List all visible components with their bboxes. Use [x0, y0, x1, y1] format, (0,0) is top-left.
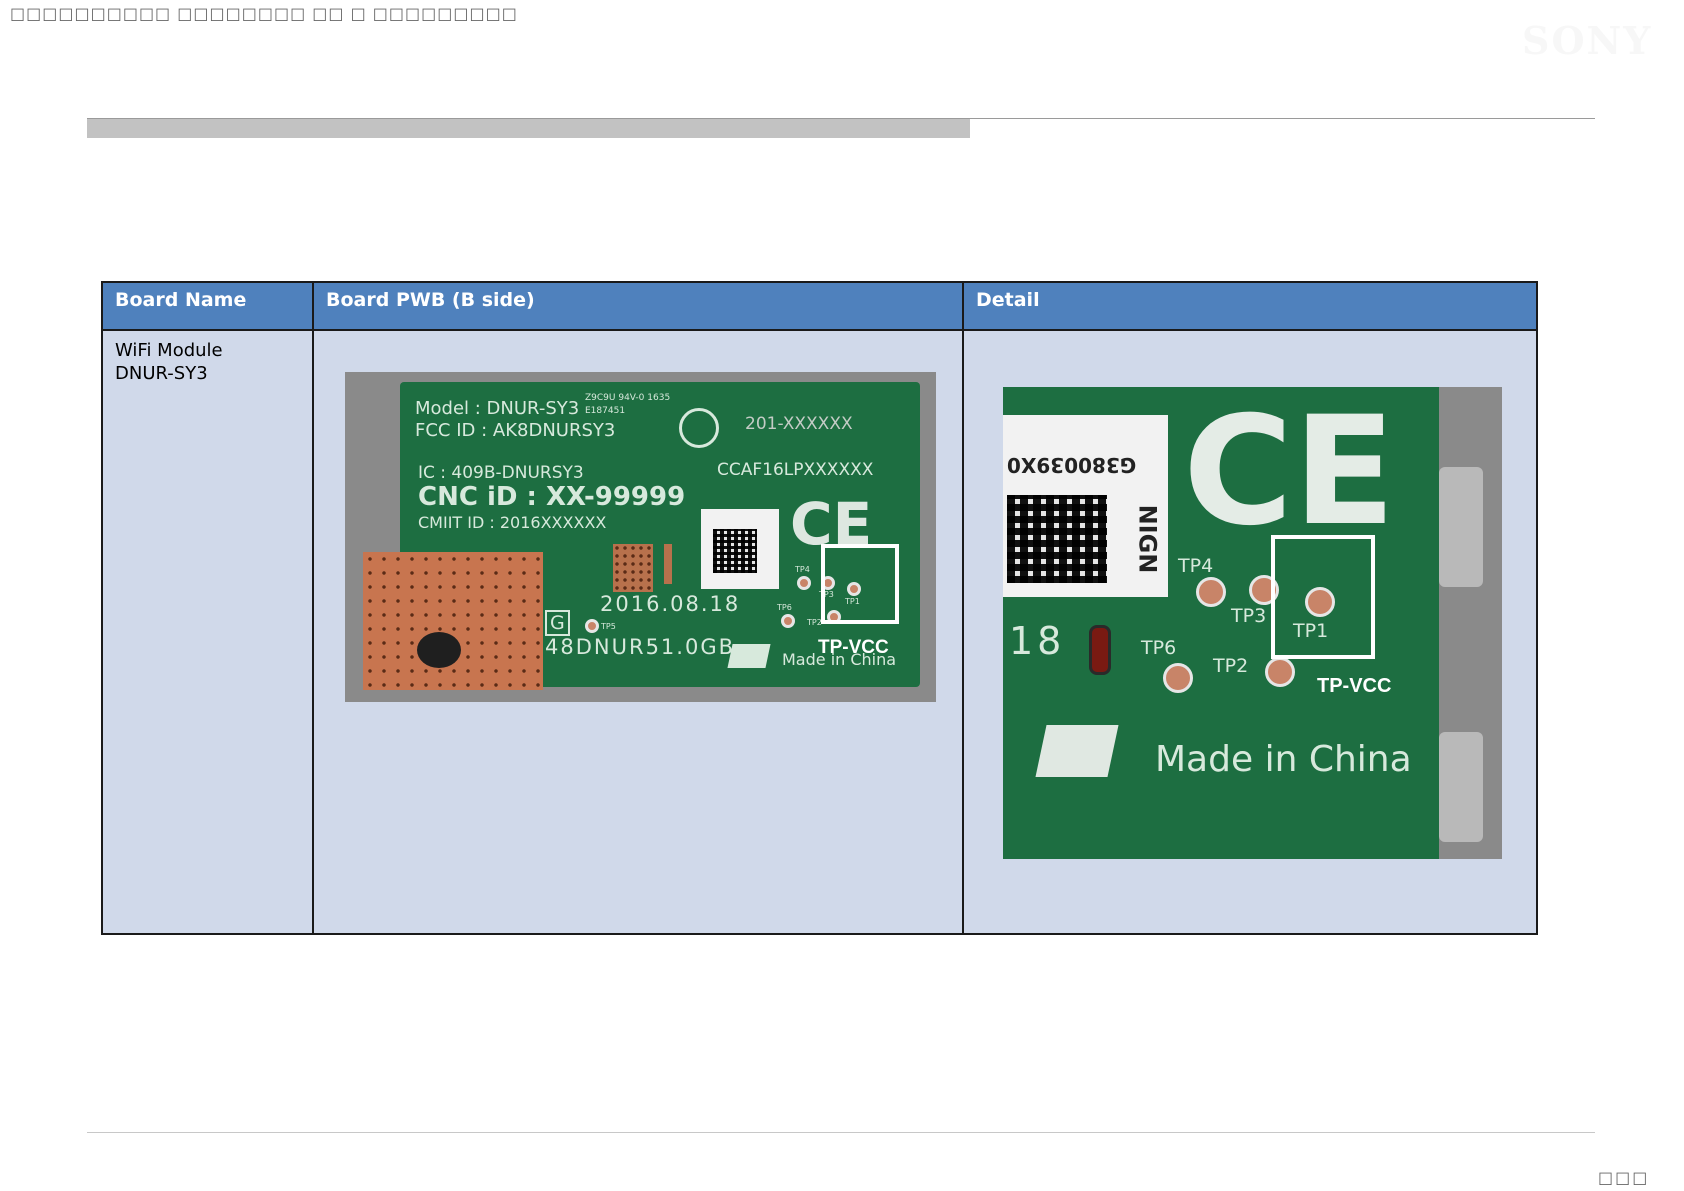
pwb-tp5-label: TP5	[601, 622, 616, 631]
pwb-date-label: 2016.08.18	[600, 592, 741, 616]
copper-strip	[664, 544, 672, 584]
pwb-tp-vcc-box	[821, 544, 899, 624]
pwb-ic-label: IC : 409B-DNURSY3	[418, 463, 584, 483]
pwb-qr-sticker	[701, 509, 779, 589]
board-name-cell: WiFi Module DNUR-SY3	[101, 329, 314, 935]
board-pwb-cell: Model : DNUR-SY3 FCC ID : AK8DNURSY3 Z9C…	[312, 329, 964, 935]
pwb-cnc-label: CNC iD : XX-99999	[418, 482, 686, 512]
detail-qr-code	[1007, 495, 1107, 583]
detail-date-fragment: 18	[1009, 619, 1066, 663]
detail-tp6-pad	[1163, 663, 1193, 693]
header-board-name: Board Name	[101, 281, 314, 331]
detail-component	[1089, 625, 1111, 675]
detail-tp3-label: TP3	[1231, 605, 1267, 627]
detail-edge-tab-2	[1439, 732, 1483, 842]
detail-qr-label: G380039X0	[1007, 453, 1137, 477]
document-reference: □□□□□□□□□□ □□□□□□□□ □□ □ □□□□□□□□□	[10, 4, 518, 23]
pwb-tp6-label: TP6	[777, 603, 792, 612]
pwb-photo: Model : DNUR-SY3 FCC ID : AK8DNURSY3 Z9C…	[345, 372, 936, 702]
detail-tp4-pad	[1196, 577, 1226, 607]
detail-cell: G380039X0 NIGN CE TP4 TP3 TP1 TP6 TP2 18	[962, 329, 1538, 935]
detail-tp2-pad	[1265, 657, 1295, 687]
title-bar	[87, 119, 970, 138]
detail-tp-vcc-box	[1271, 535, 1375, 659]
copper-pad-area	[363, 552, 543, 690]
table-header-row: Board Name Board PWB (B side) Detail	[101, 281, 1538, 331]
detail-ce-mark: CE	[1183, 387, 1396, 559]
pwb-g-label: G	[545, 610, 570, 636]
header-board-pwb: Board PWB (B side)	[312, 281, 964, 331]
pwb-fcc-label: FCC ID : AK8DNURSY3	[415, 420, 616, 441]
detail-edge-tab-1	[1439, 467, 1483, 587]
board-table: Board Name Board PWB (B side) Detail WiF…	[101, 281, 1538, 935]
pwb-tp4-label: TP4	[795, 565, 810, 574]
footer-rule	[87, 1132, 1595, 1133]
detail-tp-vcc-callout: TP-VCC	[1317, 675, 1392, 697]
copper-patch	[613, 544, 653, 592]
detail-tp4-label: TP4	[1178, 555, 1214, 577]
pwb-r-label: 201-XXXXXX	[745, 414, 853, 434]
detail-lf-logo	[1035, 725, 1119, 777]
pwb-model-label: Model : DNUR-SY3	[415, 398, 580, 419]
detail-photo: G380039X0 NIGN CE TP4 TP3 TP1 TP6 TP2 18	[1003, 387, 1502, 859]
pwb-ccaf-label: CCAF16LPXXXXXX	[717, 460, 874, 480]
detail-nign-label: NIGN	[1133, 504, 1162, 574]
pwb-tp6-pad	[781, 614, 795, 628]
pwb-tp2-label: TP2	[807, 618, 822, 627]
sony-logo: SONY	[1522, 18, 1653, 63]
detail-made-label: Made in China	[1155, 739, 1412, 780]
pwb-cmiit-label: CMIIT ID : 2016XXXXXX	[418, 513, 607, 532]
mounting-hole	[417, 632, 461, 668]
board-name-line-1: WiFi Module	[115, 340, 223, 361]
pwb-qr-code	[713, 529, 757, 573]
pwb-lf-logo	[727, 644, 771, 668]
detail-qr-sticker: G380039X0 NIGN	[1003, 415, 1168, 597]
board-name-line-2: DNUR-SY3	[115, 363, 208, 384]
pwb-pse-mark	[679, 408, 719, 448]
pwb-cert-small-label: Z9C9U 94V-0 1635 E187451	[585, 393, 671, 416]
detail-tp6-label: TP6	[1141, 637, 1177, 659]
header-detail: Detail	[962, 281, 1538, 331]
pwb-tp4-pad	[797, 576, 811, 590]
page-number: □□□ □□□	[1598, 1168, 1650, 1191]
table-row: WiFi Module DNUR-SY3 Model : DNUR-SY3 FC…	[101, 329, 1538, 935]
detail-tp2-label: TP2	[1213, 655, 1249, 677]
pwb-tp-vcc-callout: TP-VCC	[818, 637, 889, 658]
pwb-tp5-pad	[585, 619, 599, 633]
pwb-code-label: 48DNUR51.0GB	[545, 635, 736, 659]
